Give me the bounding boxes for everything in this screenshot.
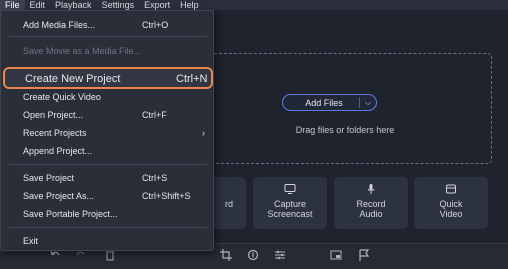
microphone-icon — [334, 183, 408, 197]
menu-item-label: Save Project — [23, 173, 75, 183]
add-files-label: Add Files — [305, 97, 343, 108]
menu-item-label: Save Portable Project... — [23, 209, 118, 219]
menu-separator — [9, 36, 207, 37]
menu-item-recent-projects[interactable]: Recent Projects › — [1, 126, 213, 140]
chevron-down-icon[interactable]: ⌵ — [360, 98, 376, 108]
capture-screencast-tile[interactable]: Capture Screencast — [253, 177, 327, 229]
menu-settings[interactable]: Settings — [97, 0, 140, 10]
menu-item-label: Save Movie as a Media File... — [23, 46, 142, 56]
quick-video-tile[interactable]: Quick Video — [414, 177, 488, 229]
menu-item-add-media-files[interactable]: Add Media Files... Ctrl+O — [1, 18, 213, 32]
chevron-right-icon: › — [202, 128, 205, 138]
tile-label-line2: Audio — [359, 209, 383, 219]
menubar: File Edit Playback Settings Export Help — [0, 0, 508, 10]
menu-item-append-project[interactable]: Append Project... — [1, 144, 213, 158]
menu-help[interactable]: Help — [175, 0, 204, 10]
quick-video-icon — [414, 183, 488, 197]
add-files-button[interactable]: Add Files ⌵ — [282, 94, 377, 111]
menu-item-create-quick-video[interactable]: Create Quick Video — [1, 90, 213, 104]
flag-icon[interactable] — [357, 248, 371, 262]
file-menu-dropdown: Add Media Files... Ctrl+O Save Movie as … — [0, 10, 214, 251]
menu-separator — [9, 164, 207, 165]
adjust-icon[interactable] — [273, 248, 287, 262]
menu-item-save-movie: Save Movie as a Media File... — [1, 44, 213, 58]
menu-item-save-project[interactable]: Save Project Ctrl+S — [1, 171, 213, 185]
tile-label-line1: Quick — [439, 199, 463, 209]
menu-export[interactable]: Export — [139, 0, 175, 10]
menu-item-save-portable-project[interactable]: Save Portable Project... — [1, 207, 213, 221]
crop-icon[interactable] — [219, 248, 233, 262]
rotate-icon[interactable] — [246, 248, 260, 262]
tile-label-line2: Video — [439, 209, 463, 219]
menu-item-label: Add Media Files... — [23, 20, 96, 30]
menu-separator — [9, 227, 207, 228]
menu-item-label: Create Quick Video — [23, 92, 101, 102]
menu-item-label: Create New Project — [25, 73, 121, 85]
menu-item-label: Exit — [23, 236, 39, 246]
screen-icon[interactable] — [329, 248, 343, 262]
menu-item-shortcut: Ctrl+S — [142, 173, 168, 183]
monitor-icon — [253, 183, 327, 197]
menu-item-shortcut: Ctrl+Shift+S — [142, 191, 191, 201]
menu-item-shortcut: Ctrl+O — [142, 20, 169, 30]
menu-item-open-project[interactable]: Open Project... Ctrl+F — [1, 108, 213, 122]
menu-edit[interactable]: Edit — [25, 0, 51, 10]
menu-item-exit[interactable]: Exit — [1, 234, 213, 248]
menu-item-label: Recent Projects — [23, 128, 87, 138]
menu-item-shortcut: Ctrl+N — [176, 73, 208, 85]
menu-item-create-new-project[interactable]: Create New Project Ctrl+N — [3, 67, 213, 89]
menu-item-label: Save Project As... — [23, 191, 95, 201]
menu-file[interactable]: File — [0, 0, 25, 10]
menu-item-shortcut: Ctrl+F — [142, 110, 167, 120]
tile-label-line1: Record — [356, 199, 386, 209]
menu-item-label: Open Project... — [23, 110, 84, 120]
menu-playback[interactable]: Playback — [50, 0, 97, 10]
tile-label-line2: Screencast — [267, 209, 313, 219]
menu-item-save-project-as[interactable]: Save Project As... Ctrl+Shift+S — [1, 189, 213, 203]
dropzone-hint: Drag files or folders here — [295, 125, 395, 135]
menu-item-label: Append Project... — [23, 146, 93, 156]
tile-label-line1: Capture — [273, 199, 307, 209]
record-audio-tile[interactable]: Record Audio — [334, 177, 408, 229]
